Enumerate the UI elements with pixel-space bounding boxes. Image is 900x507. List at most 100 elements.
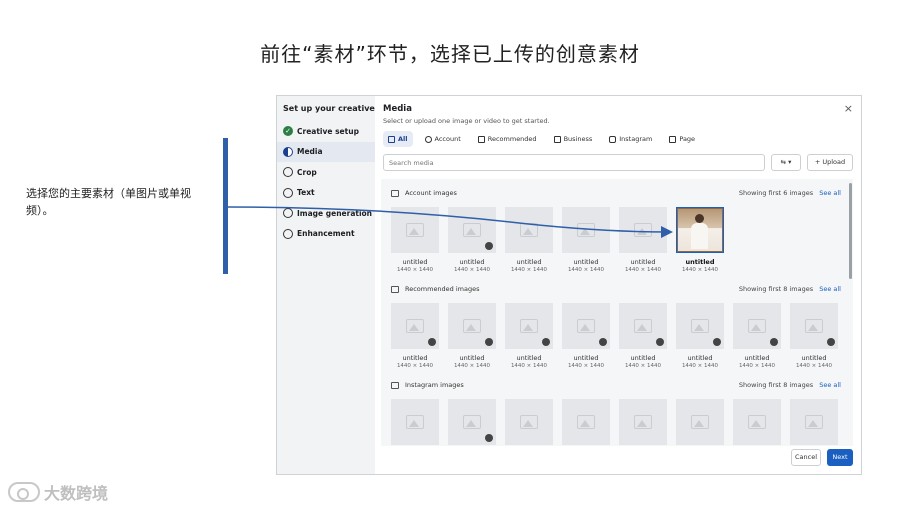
- sidebar-item-image-generation[interactable]: Image generation: [283, 203, 375, 224]
- image-placeholder-icon: [406, 319, 424, 333]
- media-thumbnail[interactable]: [676, 399, 724, 445]
- watermark: 大数跨境: [8, 480, 108, 504]
- badge-icon: [485, 434, 493, 442]
- media-thumbnail[interactable]: untitled 1440 × 1440: [676, 303, 724, 369]
- badge-icon: [485, 338, 493, 346]
- image-placeholder: [619, 399, 667, 445]
- media-thumbnail[interactable]: untitled 1440 × 1440: [619, 303, 667, 369]
- media-thumbnail[interactable]: [505, 399, 553, 445]
- image-placeholder-icon: [634, 415, 652, 429]
- media-thumbnail[interactable]: untitled 1440 × 1440: [448, 207, 496, 273]
- image-placeholder: [733, 303, 781, 349]
- thumbnail-name: untitled: [516, 258, 542, 266]
- image-placeholder-icon: [520, 223, 538, 237]
- media-thumbnail[interactable]: [733, 399, 781, 445]
- tab-all[interactable]: All: [383, 131, 413, 147]
- check-icon: ✓: [283, 126, 293, 137]
- tab-instagram[interactable]: Instagram: [604, 131, 657, 147]
- media-thumbnail[interactable]: [790, 399, 838, 445]
- badge-icon: [713, 338, 721, 346]
- section-header: Instagram images Showing first 8 images …: [391, 379, 841, 391]
- sidebar-item-creative-setup[interactable]: ✓ Creative setup: [283, 121, 375, 142]
- section-account-images: Account images Showing first 6 images Se…: [391, 187, 841, 273]
- media-thumbnail[interactable]: [619, 399, 667, 445]
- tab-business[interactable]: Business: [549, 131, 598, 147]
- tab-account[interactable]: Account: [420, 131, 466, 147]
- sidebar-item-text[interactable]: Text: [283, 183, 375, 204]
- thumb-row: [391, 399, 841, 445]
- cancel-button[interactable]: Cancel: [791, 449, 821, 466]
- media-thumbnail[interactable]: untitled 1440 × 1440: [391, 207, 439, 273]
- media-thumbnail[interactable]: untitled 1440 × 1440: [505, 303, 553, 369]
- selected-image-preview: [676, 207, 724, 253]
- media-thumbnail[interactable]: untitled 1440 × 1440: [391, 303, 439, 369]
- circle-icon: [283, 228, 293, 239]
- media-thumbnail[interactable]: untitled 1440 × 1440: [448, 303, 496, 369]
- image-placeholder-icon: [463, 223, 481, 237]
- image-placeholder-icon: [577, 319, 595, 333]
- thumbnail-name: untitled: [516, 354, 542, 362]
- close-icon[interactable]: ×: [844, 102, 853, 115]
- image-placeholder: [505, 399, 553, 445]
- image-placeholder: [619, 303, 667, 349]
- showing-count: Showing first 6 images: [738, 189, 814, 197]
- image-placeholder: [391, 303, 439, 349]
- see-all-link[interactable]: See all: [819, 189, 841, 197]
- tab-page[interactable]: Page: [664, 131, 700, 147]
- thumbnail-name: untitled: [459, 354, 485, 362]
- badge-icon: [827, 338, 835, 346]
- thumbnail-name: untitled: [402, 354, 428, 362]
- media-thumbnail[interactable]: untitled 1440 × 1440: [790, 303, 838, 369]
- section-header: Account images Showing first 6 images Se…: [391, 187, 841, 199]
- image-placeholder-icon: [748, 415, 766, 429]
- sidebar-item-media[interactable]: Media: [277, 141, 375, 162]
- watermark-text: 大数跨境: [44, 484, 109, 503]
- media-thumbnail[interactable]: untitled 1440 × 1440: [562, 303, 610, 369]
- thumbnail-name: untitled: [744, 354, 770, 362]
- badge-icon: [656, 338, 664, 346]
- media-thumbnail[interactable]: [448, 399, 496, 445]
- image-placeholder-icon: [805, 319, 823, 333]
- media-thumbnail[interactable]: [562, 399, 610, 445]
- see-all-link[interactable]: See all: [819, 285, 841, 293]
- media-thumbnail[interactable]: untitled 1440 × 1440: [505, 207, 553, 273]
- thumbnail-name: untitled: [459, 258, 485, 266]
- next-button[interactable]: Next: [827, 449, 853, 466]
- badge-icon: [770, 338, 778, 346]
- media-thumbnail[interactable]: untitled 1440 × 1440: [562, 207, 610, 273]
- thumbnail-size: 1440 × 1440: [567, 267, 605, 273]
- image-placeholder: [391, 399, 439, 445]
- progress-half-icon: [283, 146, 293, 157]
- image-placeholder-icon: [634, 223, 652, 237]
- thumbnail-size: 1440 × 1440: [795, 363, 833, 369]
- media-thumbnail[interactable]: untitled 1440 × 1440: [619, 207, 667, 273]
- badge-icon: [428, 338, 436, 346]
- sidebar-item-label: Text: [297, 188, 315, 198]
- thumbnail-size: 1440 × 1440: [681, 267, 719, 273]
- tab-recommended[interactable]: Recommended: [473, 131, 542, 147]
- thumb-row: untitled 1440 × 1440 untitled 1440 × 1440 un…: [391, 207, 841, 273]
- media-thumbnail[interactable]: [391, 399, 439, 445]
- scrollbar[interactable]: [849, 183, 852, 279]
- sidebar-item-enhancement[interactable]: Enhancement: [283, 224, 375, 245]
- search-input[interactable]: Search media: [383, 154, 765, 171]
- image-placeholder-icon: [577, 223, 595, 237]
- circle-icon: [283, 208, 293, 219]
- circle-icon: [283, 187, 293, 198]
- filter-button[interactable]: ⇆ ▾: [771, 154, 801, 171]
- image-placeholder: [619, 207, 667, 253]
- upload-button[interactable]: + Upload: [807, 154, 853, 171]
- sidebar-item-crop[interactable]: Crop: [283, 162, 375, 183]
- section-instagram-images: Instagram images Showing first 8 images …: [391, 379, 841, 445]
- media-main: Media Select or upload one image or vide…: [375, 96, 861, 474]
- thumbnail-name: untitled: [801, 354, 827, 362]
- media-thumbnail[interactable]: untitled 1440 × 1440: [733, 303, 781, 369]
- see-all-link[interactable]: See all: [819, 381, 841, 389]
- media-thumbnail[interactable]: untitled 1440 × 1440: [676, 207, 724, 273]
- thumbnail-name: untitled: [402, 258, 428, 266]
- image-icon: [391, 189, 399, 197]
- briefcase-icon: [553, 135, 561, 143]
- image-placeholder-icon: [691, 415, 709, 429]
- section-title: Instagram images: [405, 381, 464, 389]
- thumb-row: untitled 1440 × 1440 untitled 1440 × 1440 un…: [391, 303, 841, 369]
